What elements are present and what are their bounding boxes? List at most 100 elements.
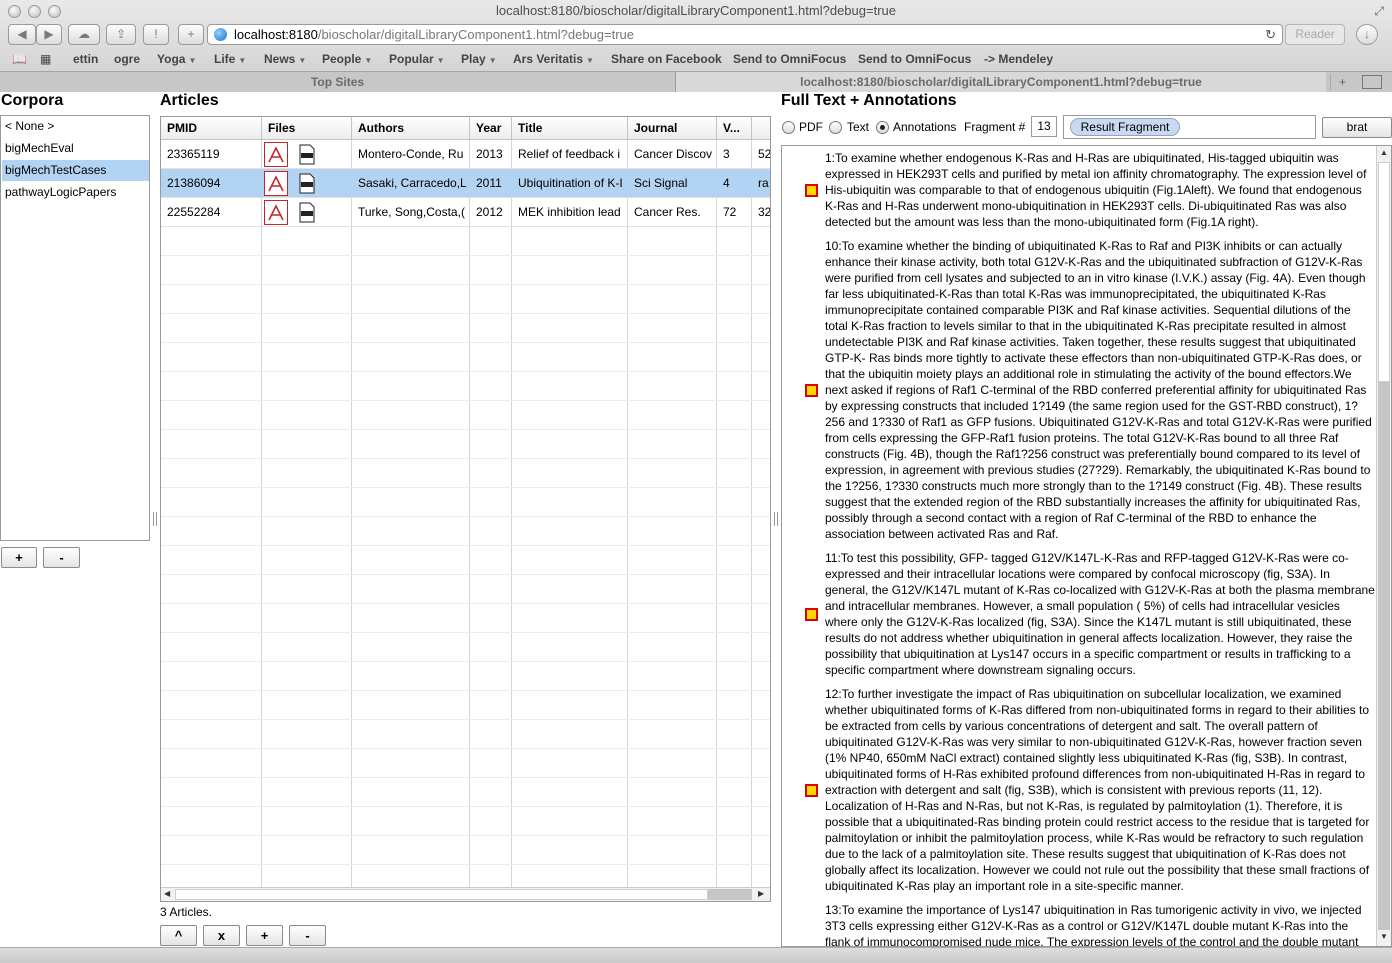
corpus-item-bigmechtestcases[interactable]: bigMechTestCases [2,160,149,181]
bookmark-label: Share on Facebook [611,52,722,66]
bookmark-ettin[interactable]: ettin [73,52,98,66]
bookmark-omnifocus-1[interactable]: Send to OmniFocus [733,52,846,66]
result-fragment-tag[interactable]: Result Fragment [1070,118,1180,136]
forward-button[interactable]: ▶ [36,24,62,45]
scroll-left-icon[interactable]: ◀ [164,889,170,898]
empty-row [161,256,770,285]
reading-list-icon[interactable]: 📖 [12,52,27,66]
scroll-thumb[interactable] [708,889,752,900]
bookmark-share-facebook[interactable]: Share on Facebook [611,52,722,66]
bookmark-news[interactable]: News ▼ [264,52,306,66]
brat-button[interactable]: brat [1322,117,1392,138]
browser-chrome: localhost:8180/bioscholar/digitalLibrary… [0,0,1392,92]
address-bar[interactable]: localhost:8180/bioscholar/digitalLibrary… [207,24,1283,45]
bookmark-label: ogre [114,52,141,66]
fulltext-title: Full Text + Annotations [781,92,957,109]
move-up-button[interactable]: ^ [160,925,197,946]
scroll-down-icon[interactable]: ▼ [1380,932,1388,941]
bookmark-people[interactable]: People ▼ [322,52,372,66]
xml-file-icon[interactable] [298,202,316,223]
back-button[interactable]: ◀ [8,24,36,45]
reader-button[interactable]: Reader [1285,24,1345,45]
downloads-button[interactable]: ↓ [1356,24,1378,45]
column-header-pmid[interactable]: PMID [161,117,262,140]
scroll-right-icon[interactable]: ▶ [758,889,764,898]
cell-year: 2013 [476,147,503,161]
xml-file-icon[interactable] [298,173,316,194]
table-row[interactable]: 21386094 Sasaki, Carracedo,L 2011 Ubiqui… [161,169,770,198]
annotation-marker[interactable] [805,608,818,621]
corpus-item-pathwaylogicpapers[interactable]: pathwayLogicPapers [2,182,149,203]
share-icon: ⇪ [115,27,127,41]
bookmark-yoga[interactable]: Yoga ▼ [157,52,196,66]
tab-bioscholar[interactable]: localhost:8180/bioscholar/digitalLibrary… [676,72,1326,92]
scroll-thumb[interactable] [1378,382,1390,930]
add-article-button[interactable]: + [246,925,283,946]
top-sites-grid-icon[interactable]: ▦ [40,52,51,66]
delete-article-button[interactable]: x [203,925,240,946]
add-bookmark-button[interactable]: + [178,24,204,45]
empty-row [161,720,770,749]
column-header-title[interactable]: Title [512,117,628,140]
column-header-volume[interactable]: V... [717,117,752,140]
pdf-file-icon[interactable] [264,200,288,225]
column-header-authors[interactable]: Authors [352,117,470,140]
fragment-type-field[interactable]: Result Fragment [1063,115,1316,139]
corpus-item-bigmecheval[interactable]: bigMechEval [2,138,149,159]
chevron-down-icon: ▼ [238,56,247,65]
tab-overview-icon[interactable] [1362,75,1382,89]
reload-icon[interactable]: ↻ [1265,25,1276,44]
annotation-marker[interactable] [805,784,818,797]
column-header-year[interactable]: Year [470,117,512,140]
corpus-item-none[interactable]: < None > [2,116,149,137]
bookmark-life[interactable]: Life ▼ [214,52,246,66]
bookmark-popular[interactable]: Popular ▼ [389,52,445,66]
tab-label: localhost:8180/bioscholar/digitalLibrary… [800,75,1202,89]
pdf-radio[interactable] [782,121,795,134]
scroll-track [1378,162,1390,382]
annotations-radio[interactable] [876,121,889,134]
annotation-marker[interactable] [805,384,818,397]
table-row[interactable]: 22552284 Turke, Song,Costa,( 2012 MEK in… [161,198,770,227]
column-header-files[interactable]: Files [262,117,352,140]
articles-table: PMID Files Authors Year Title Journal V.… [160,116,771,902]
fragment-number-input[interactable]: 13 [1031,116,1057,137]
table-row[interactable]: 23365119 Montero-Conde, Ru 2013 Relief o… [161,140,770,169]
bookmark-label: People [322,52,362,66]
splitter-handle[interactable] [153,512,157,526]
cell-volume: 3 [723,147,730,161]
alert-button[interactable]: ! [143,24,169,45]
column-header-journal[interactable]: Journal [628,117,717,140]
text-fragment: 1:To examine whether endogenous K-Ras an… [825,151,1367,229]
remove-corpus-button[interactable]: - [43,547,80,568]
empty-row [161,314,770,343]
add-corpus-button[interactable]: + [1,547,37,568]
bookmark-mendeley[interactable]: -> Mendeley [984,52,1053,66]
fullscreen-icon[interactable]: ⤢ [1374,4,1384,19]
bookmark-label: Life [214,52,236,66]
splitter-handle[interactable] [774,512,778,526]
annotations-radio-label: Annotations [893,120,957,134]
empty-row [161,575,770,604]
pdf-file-icon[interactable] [264,142,288,167]
share-button[interactable]: ⇪ [106,24,136,45]
vertical-scrollbar[interactable]: ▲ ▼ [1376,146,1391,946]
empty-row [161,459,770,488]
pdf-file-icon[interactable] [264,171,288,196]
annotation-marker[interactable] [805,184,818,197]
text-radio[interactable] [829,121,842,134]
bookmark-omnifocus-2[interactable]: Send to OmniFocus [858,52,971,66]
bookmark-ars-veritatis[interactable]: Ars Veritatis ▼ [513,52,594,66]
scroll-up-icon[interactable]: ▲ [1380,148,1388,157]
new-tab-icon[interactable]: + [1330,74,1354,90]
address-path: /bioscholar/digitalLibraryComponent1.htm… [317,27,635,42]
bookmark-ogre[interactable]: ogre [114,52,140,66]
tab-top-sites[interactable]: Top Sites [0,72,676,92]
column-header-pages[interactable] [752,117,770,140]
bookmark-play[interactable]: Play ▼ [461,52,497,66]
remove-article-button[interactable]: - [289,925,326,946]
icloud-tabs-button[interactable]: ☁ [68,24,100,45]
xml-file-icon[interactable] [298,144,316,165]
horizontal-scrollbar[interactable]: ◀ ▶ [161,887,770,901]
articles-title: Articles [160,92,219,109]
